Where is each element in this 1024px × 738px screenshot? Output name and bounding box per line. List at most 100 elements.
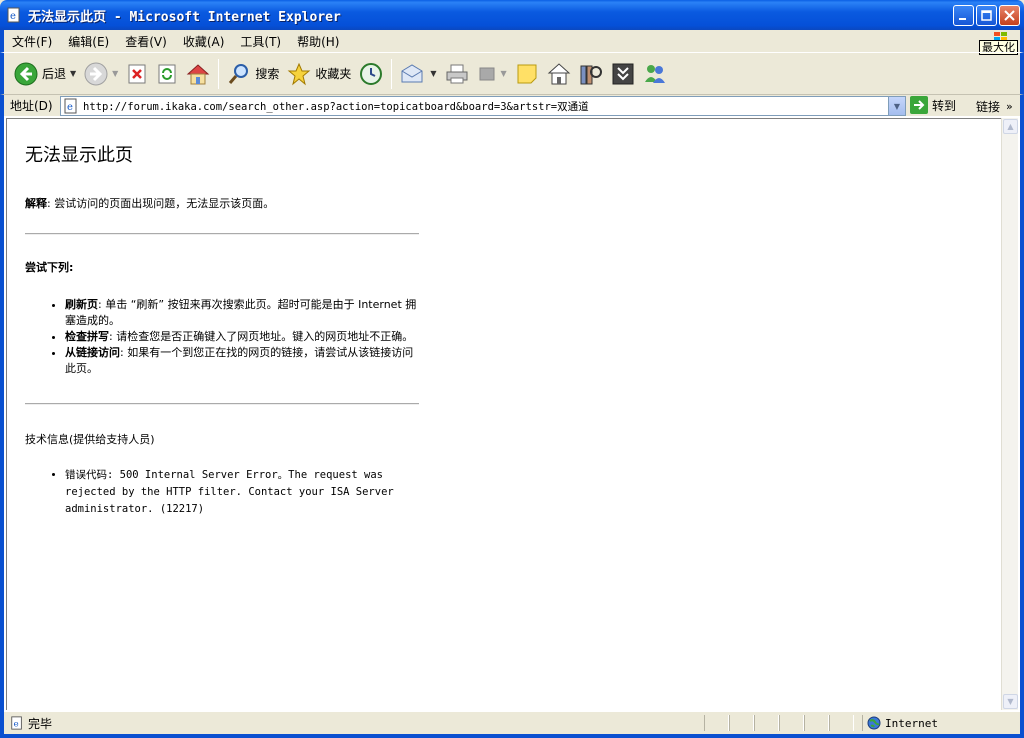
forward-button[interactable]: ▼ <box>80 57 122 91</box>
explanation: 解释: 尝试访问的页面出现问题，无法显示该页面。 <box>25 195 419 211</box>
close-button[interactable] <box>999 5 1020 26</box>
divider <box>25 403 419 405</box>
msn-button[interactable] <box>639 57 671 91</box>
title-bar[interactable]: e 无法显示此页 - Microsoft Internet Explorer <box>0 0 1024 30</box>
chevron-right-icon: » <box>1006 99 1013 113</box>
scroll-down-icon[interactable]: ▼ <box>1003 694 1018 709</box>
tech-info-heading: 技术信息(提供给支持人员) <box>25 433 155 446</box>
error-page: 无法显示此页 解释: 尝试访问的页面出现问题，无法显示该页面。 尝试下列: 刷新… <box>25 137 419 518</box>
menu-bar: 文件(F) 编辑(E) 查看(V) 收藏(A) 工具(T) 帮助(H) <box>0 30 1024 52</box>
suggestion-label: 刷新页 <box>65 298 98 311</box>
refresh-button[interactable] <box>152 57 182 91</box>
back-dropdown-icon[interactable]: ▼ <box>70 69 76 78</box>
download-icon <box>612 63 634 84</box>
research-button[interactable] <box>575 57 607 91</box>
standard-toolbar: 后退 ▼ ▼ 搜索 收藏夹 ▼ ▼ <box>0 52 1024 94</box>
menu-tools[interactable]: 工具(T) <box>232 33 289 50</box>
explanation-text: : 尝试访问的页面出现问题，无法显示该页面。 <box>47 197 275 210</box>
links-button[interactable]: 链接 » <box>976 96 1013 116</box>
printer-icon <box>446 64 468 83</box>
back-arrow-icon <box>14 62 38 85</box>
messenger-button[interactable] <box>607 57 639 91</box>
zone-label: Internet <box>885 716 938 730</box>
page-title: 无法显示此页 <box>25 145 133 166</box>
suggestion-text: : 单击 “刷新” 按钮来再次搜索此页。超时可能是由于 Internet 拥塞造… <box>65 298 417 327</box>
menu-view[interactable]: 查看(V) <box>117 33 175 50</box>
go-button[interactable]: 转到 <box>910 96 956 114</box>
stop-button[interactable] <box>122 57 152 91</box>
status-text: 完毕 <box>28 716 53 731</box>
mail-icon <box>401 63 423 82</box>
research-icon <box>580 65 602 84</box>
svg-text:e: e <box>10 11 16 22</box>
note-icon <box>517 64 537 83</box>
suggestion-list: 刷新页: 单击 “刷新” 按钮来再次搜索此页。超时可能是由于 Internet … <box>65 297 419 377</box>
forward-dropdown-icon: ▼ <box>112 69 119 78</box>
search-button[interactable]: 搜索 <box>223 57 283 91</box>
search-label: 搜索 <box>255 67 280 81</box>
close-icon <box>1004 10 1015 21</box>
svg-text:e: e <box>14 720 19 730</box>
house-icon <box>547 62 570 84</box>
security-zone: Internet <box>862 715 938 731</box>
page-viewport: 无法显示此页 解释: 尝试访问的页面出现问题，无法显示该页面。 尝试下列: 刷新… <box>6 118 1003 710</box>
minimize-button[interactable] <box>953 5 974 26</box>
list-item: 刷新页: 单击 “刷新” 按钮来再次搜索此页。超时可能是由于 Internet … <box>65 297 419 329</box>
globe-icon <box>867 716 881 730</box>
home-button[interactable] <box>182 57 214 91</box>
refresh-icon <box>158 64 176 83</box>
favorites-button[interactable]: 收藏夹 <box>283 57 355 91</box>
address-input[interactable]: e http://forum.ikaka.com/search_other.as… <box>60 96 906 116</box>
forward-arrow-icon <box>84 62 108 85</box>
menu-file[interactable]: 文件(F) <box>4 33 60 50</box>
favorites-label: 收藏夹 <box>315 67 352 81</box>
minimize-icon <box>959 18 966 20</box>
status-bar: e 完毕 Internet <box>0 712 1024 738</box>
explanation-label: 解释 <box>25 197 47 210</box>
maximize-icon <box>981 10 992 21</box>
print-button[interactable] <box>441 57 473 91</box>
address-dropdown-icon[interactable]: ▼ <box>888 97 905 115</box>
content-frame: 无法显示此页 解释: 尝试访问的页面出现问题，无法显示该页面。 尝试下列: 刷新… <box>0 116 1024 712</box>
suggestion-label: 从链接访问 <box>65 346 120 359</box>
ie-page-icon: e <box>64 98 77 114</box>
status-message: e 完毕 <box>10 715 52 732</box>
address-url: http://forum.ikaka.com/search_other.asp?… <box>83 100 589 113</box>
try-heading: 尝试下列: <box>25 261 74 274</box>
mail-button[interactable]: ▼ <box>396 57 440 91</box>
star-icon <box>287 62 311 85</box>
links-label: 链接 <box>976 99 1001 114</box>
go-label: 转到 <box>932 98 957 113</box>
status-panels <box>704 715 854 731</box>
menu-edit[interactable]: 编辑(E) <box>60 33 117 50</box>
back-label: 后退 <box>42 67 67 81</box>
address-label: 地址(D) <box>10 99 53 113</box>
edit-dropdown-icon[interactable]: ▼ <box>501 69 507 78</box>
suggestion-text: : 请检查您是否正确键入了网页地址。键入的网页地址不正确。 <box>109 330 414 343</box>
maximize-button[interactable] <box>976 5 997 26</box>
house-button[interactable] <box>543 57 575 91</box>
discuss-button[interactable] <box>511 57 543 91</box>
suggestion-label: 检查拼写 <box>65 330 109 343</box>
history-icon <box>360 62 383 85</box>
vertical-scrollbar[interactable]: ▲ ▼ <box>1001 118 1018 710</box>
stop-icon <box>128 64 146 83</box>
tech-info-list: 错误代码: 500 Internal Server Error。The requ… <box>65 467 419 518</box>
go-arrow-icon <box>910 96 928 114</box>
window-title: 无法显示此页 - Microsoft Internet Explorer <box>28 9 341 25</box>
messenger-buddies-icon <box>644 64 665 83</box>
ie-page-icon: e <box>11 716 22 730</box>
menu-favorites[interactable]: 收藏(A) <box>175 33 233 50</box>
history-button[interactable] <box>355 57 387 91</box>
home-icon <box>187 63 210 84</box>
back-button[interactable]: 后退 ▼ <box>10 57 80 91</box>
mail-dropdown-icon[interactable]: ▼ <box>430 69 436 78</box>
svg-text:e: e <box>67 102 73 113</box>
ie-page-icon: e <box>7 7 20 23</box>
list-item: 检查拼写: 请检查您是否正确键入了网页地址。键入的网页地址不正确。 <box>65 329 419 345</box>
menu-help[interactable]: 帮助(H) <box>289 33 347 50</box>
list-item: 从链接访问: 如果有一个到您正在找的网页的链接，请尝试从该链接访问此页。 <box>65 345 419 377</box>
scroll-up-icon[interactable]: ▲ <box>1003 119 1018 134</box>
edit-button[interactable]: ▼ <box>473 57 511 91</box>
edit-icon <box>479 67 495 80</box>
